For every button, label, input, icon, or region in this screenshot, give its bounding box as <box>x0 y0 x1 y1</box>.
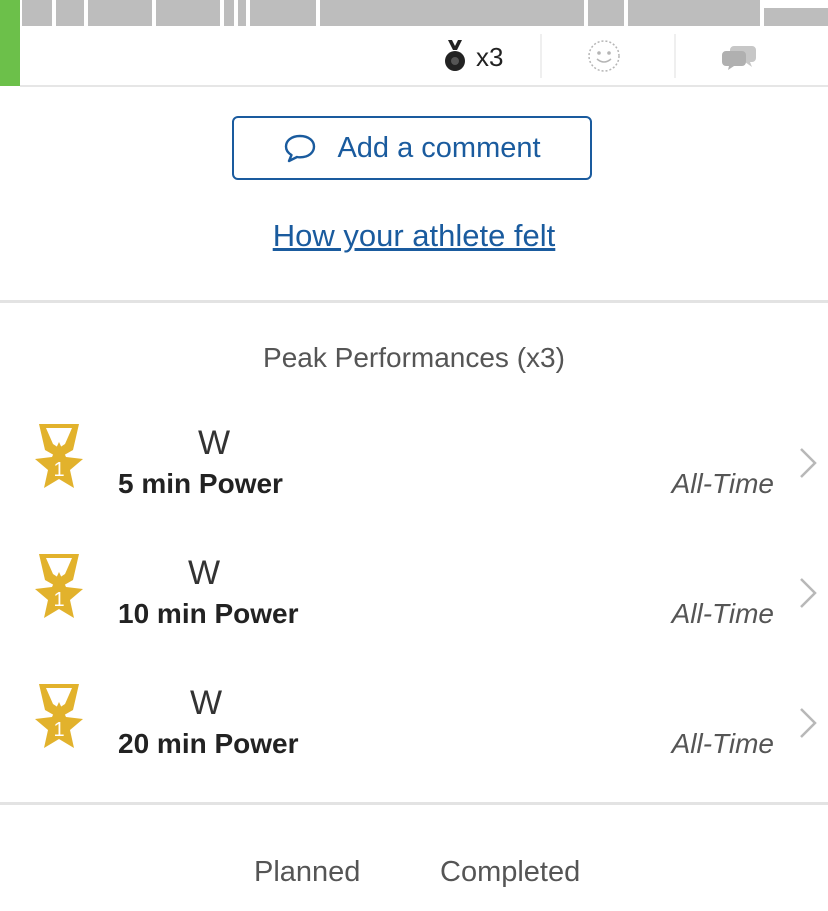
medal-icon <box>445 40 465 71</box>
workout-stats-row: x3 <box>20 26 828 87</box>
add-comment-button[interactable]: Add a comment <box>232 116 592 180</box>
add-comment-label: Add a comment <box>337 131 541 164</box>
peak-performances-title: Peak Performances (x3) <box>263 342 565 373</box>
power-value-unit: W <box>198 424 231 462</box>
performance-period: All-Time <box>671 728 774 759</box>
tab-planned[interactable]: Planned <box>254 856 360 889</box>
how-athlete-felt-link[interactable]: How your athlete felt <box>0 218 828 254</box>
peak-performance-row[interactable]: 1 W 5 min Power All-Time <box>0 424 828 534</box>
divider <box>540 34 542 78</box>
medal-count-text: x3 <box>476 41 504 72</box>
workout-tabs: Planned Completed <box>0 850 828 900</box>
smiley-icon[interactable] <box>586 38 622 79</box>
interval-segment-strip <box>20 0 828 26</box>
chevron-right-icon <box>800 578 817 608</box>
svg-text:1: 1 <box>53 459 64 481</box>
divider <box>674 34 676 78</box>
workout-status-bar <box>0 0 20 86</box>
gold-star-badge-icon: 1 <box>35 554 83 618</box>
performance-name: 20 min Power <box>118 728 299 759</box>
chevron-right-icon <box>800 448 817 478</box>
chat-bubbles-icon[interactable] <box>722 42 758 77</box>
section-divider <box>0 300 828 303</box>
power-value-unit: W <box>190 684 223 722</box>
performance-name: 10 min Power <box>118 598 299 629</box>
gold-star-badge-icon: 1 <box>35 684 83 748</box>
performance-period: All-Time <box>671 598 774 629</box>
gold-star-badge-icon: 1 <box>35 424 83 488</box>
medal-count[interactable]: x3 <box>444 40 503 74</box>
comment-bubble-icon <box>285 134 316 163</box>
tab-completed[interactable]: Completed <box>440 856 580 889</box>
peak-performance-row[interactable]: 1 W 20 min Power All-Time <box>0 684 828 794</box>
section-divider <box>0 802 828 805</box>
svg-text:1: 1 <box>53 589 64 611</box>
svg-text:1: 1 <box>53 719 64 741</box>
performance-period: All-Time <box>671 468 774 499</box>
power-value-unit: W <box>188 554 221 592</box>
chevron-right-icon <box>800 708 817 738</box>
performance-name: 5 min Power <box>118 468 283 499</box>
peak-performance-row[interactable]: 1 W 10 min Power All-Time <box>0 554 828 664</box>
